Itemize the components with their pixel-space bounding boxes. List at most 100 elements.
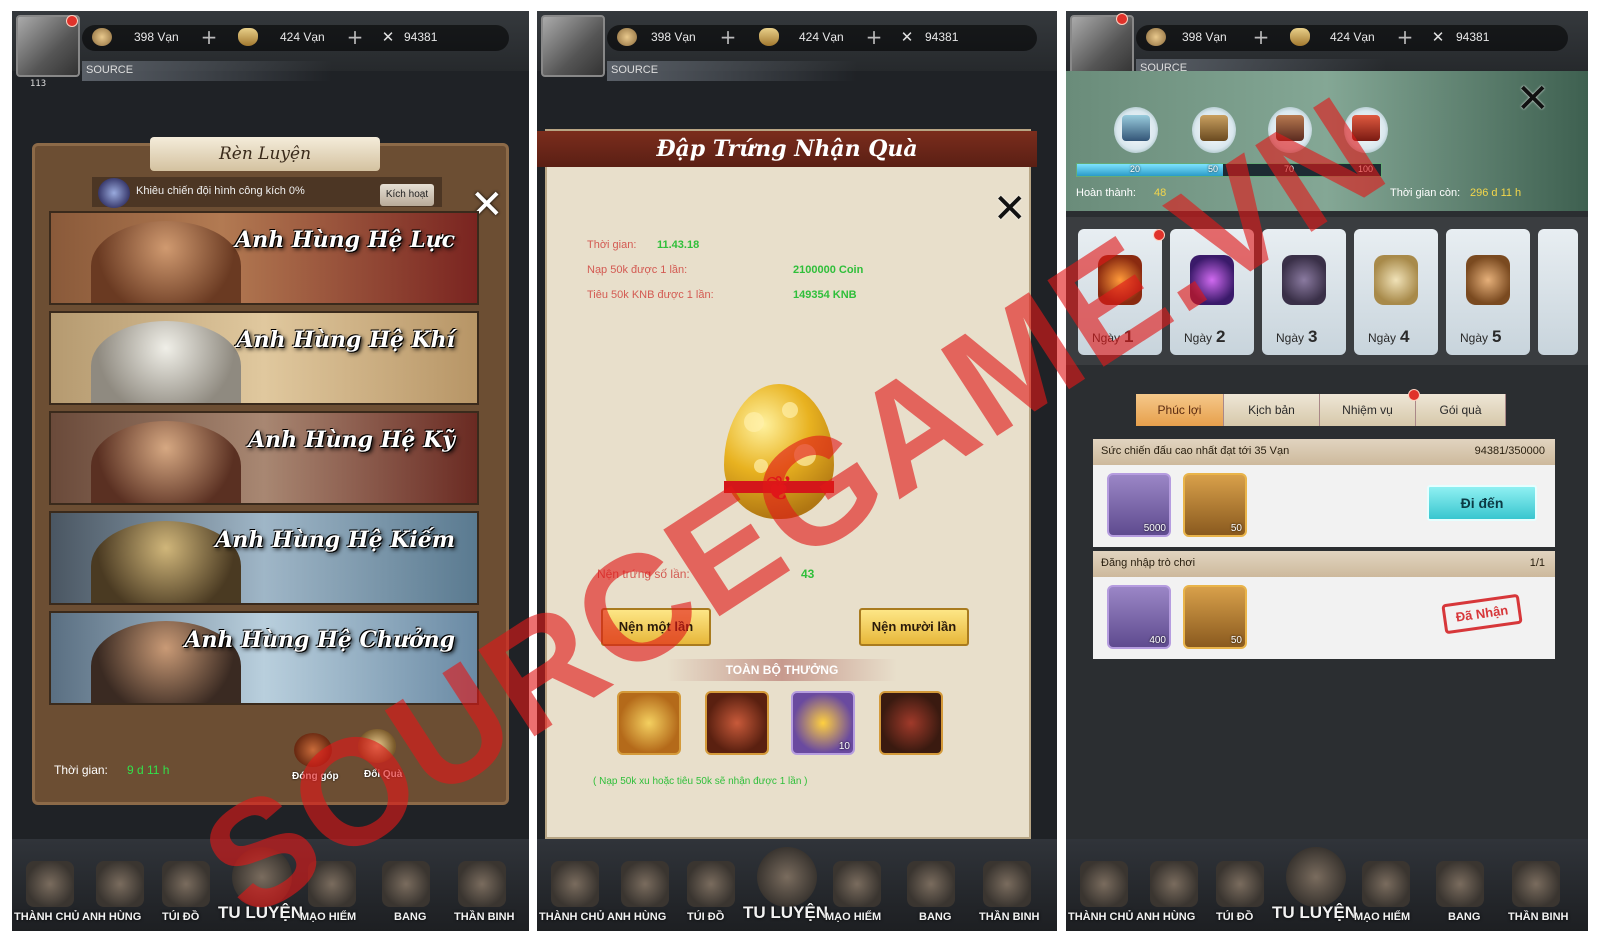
day-card-4[interactable]: Ngày 4 [1354, 229, 1438, 355]
reward-item-firework[interactable] [617, 691, 681, 755]
throw-once-button[interactable]: Nện một lần [601, 608, 711, 646]
add-ingot-button[interactable]: + [344, 26, 366, 48]
throw-ten-button[interactable]: Nện mười lần [859, 608, 969, 646]
nav-thanh-chu[interactable]: THÀNH CHỦ [539, 911, 604, 923]
hero-banner-ky[interactable]: Anh Hùng Hệ Kỹ [49, 411, 479, 505]
hero-icon[interactable] [1150, 861, 1198, 907]
quest-title: Sức chiến đấu cao nhất đạt tới 35 Vạn [1101, 445, 1290, 457]
reward-item-jar[interactable] [879, 691, 943, 755]
close-icon[interactable]: ✕ [1516, 79, 1550, 119]
hero-name: Anh Hùng Hệ Chưởng [184, 627, 455, 653]
sword-icon[interactable] [1286, 847, 1346, 907]
coin-icon [617, 28, 637, 46]
tab-nhiem-vu[interactable]: Nhiệm vụ [1320, 394, 1416, 426]
sword-icon[interactable] [232, 847, 292, 907]
nav-thanh-chu[interactable]: THÀNH CHỦ [14, 911, 79, 923]
day-card-1[interactable]: Ngày 1 [1078, 229, 1162, 355]
nav-mao-hiem[interactable]: MẠO HIỂM [825, 911, 881, 923]
nav-anh-hung[interactable]: ANH HÙNG [1136, 911, 1195, 923]
day-card-5[interactable]: Ngày 5 [1446, 229, 1530, 355]
add-coin-button[interactable]: + [1250, 26, 1272, 48]
weapon-icon[interactable] [983, 861, 1031, 907]
nav-anh-hung[interactable]: ANH HÙNG [82, 911, 141, 923]
bag-icon[interactable] [1216, 861, 1264, 907]
tab-phuc-loi[interactable]: Phúc lợi [1136, 394, 1224, 426]
weapon-icon[interactable] [458, 861, 506, 907]
map-icon[interactable] [833, 861, 881, 907]
sword-icon[interactable] [757, 847, 817, 907]
reward-hero-icon[interactable]: 50 [1183, 585, 1247, 649]
day-card-3[interactable]: Ngày 3 [1262, 229, 1346, 355]
add-ingot-button[interactable]: + [863, 26, 885, 48]
hero-banner-kiem[interactable]: Anh Hùng Hệ Kiếm [49, 511, 479, 605]
skin-icon [1190, 255, 1234, 305]
avatar[interactable] [541, 15, 605, 77]
bag-icon[interactable] [162, 861, 210, 907]
flag-icon[interactable] [907, 861, 955, 907]
day-number: 3 [1308, 327, 1318, 346]
day-number: 2 [1216, 327, 1226, 346]
milestone-chest-50[interactable] [1192, 107, 1236, 153]
reward-quantity: 50 [1230, 635, 1242, 646]
nav-tu-luyen[interactable]: TU LUYỆN [218, 903, 303, 923]
nav-tu-luyen[interactable]: TU LUYỆN [1272, 903, 1357, 923]
tab-goi-qua[interactable]: Gói quà [1416, 394, 1506, 426]
add-ingot-button[interactable]: + [1394, 26, 1416, 48]
add-coin-button[interactable]: + [198, 26, 220, 48]
nav-than-binh[interactable]: THẦN BINH [979, 911, 1040, 923]
castle-icon[interactable] [551, 861, 599, 907]
flag-icon[interactable] [1436, 861, 1484, 907]
weapon-icon[interactable] [1512, 861, 1560, 907]
nav-tui-do[interactable]: TÚI ĐỒ [162, 911, 199, 923]
milestone-label: 20 [1130, 164, 1141, 174]
power-amount: 94381 [404, 30, 438, 44]
activate-button[interactable]: Kích hoạt [380, 184, 434, 206]
nav-tui-do[interactable]: TÚI ĐỒ [1216, 911, 1253, 923]
reward-hero-icon[interactable]: 50 [1183, 473, 1247, 537]
nav-bang[interactable]: BANG [1448, 911, 1480, 923]
map-icon[interactable] [1362, 861, 1410, 907]
castle-icon[interactable] [1080, 861, 1128, 907]
hero-banner-chuong[interactable]: Anh Hùng Hệ Chưởng [49, 611, 479, 705]
map-icon[interactable] [308, 861, 356, 907]
contribute-icon[interactable] [294, 733, 332, 767]
nav-than-binh[interactable]: THẦN BINH [454, 911, 515, 923]
hero-banner-khi[interactable]: Anh Hùng Hệ Khí [49, 311, 479, 405]
castle-icon[interactable] [26, 861, 74, 907]
day-card-2[interactable]: Ngày 2 [1170, 229, 1254, 355]
panel-seven-day: 113 398 Vạn + 424 Vạn + ✕ 94381 SOURCE ✕… [1066, 11, 1588, 931]
milestone-chest-70[interactable] [1268, 107, 1312, 153]
nav-tu-luyen[interactable]: TU LUYỆN [743, 903, 828, 923]
nav-bang[interactable]: BANG [919, 911, 951, 923]
exchange-label[interactable]: Đổi Quà [364, 769, 402, 780]
exchange-icon[interactable] [358, 729, 396, 763]
nav-than-binh[interactable]: THẦN BINH [1508, 911, 1569, 923]
event-note: ( Nạp 50k xu hoặc tiêu 50k sẽ nhận được … [593, 776, 808, 787]
hero-banner-luc[interactable]: Anh Hùng Hệ Lực [49, 211, 479, 305]
bag-icon[interactable] [687, 861, 735, 907]
hero-icon[interactable] [621, 861, 669, 907]
nav-bang[interactable]: BANG [394, 911, 426, 923]
hero-icon[interactable] [96, 861, 144, 907]
reward-item-gem[interactable]: 10 [791, 691, 855, 755]
goto-button[interactable]: Đi đến [1427, 485, 1537, 521]
day-card-partial[interactable] [1538, 229, 1578, 355]
nav-mao-hiem[interactable]: MẠO HIỂM [1354, 911, 1410, 923]
nav-mao-hiem[interactable]: MẠO HIỂM [300, 911, 356, 923]
day-word: Ngày [1460, 331, 1489, 345]
tab-kich-ban[interactable]: Kịch bản [1224, 394, 1320, 426]
flag-icon[interactable] [382, 861, 430, 907]
source-bar: SOURCE [82, 61, 332, 81]
nav-anh-hung[interactable]: ANH HÙNG [607, 911, 666, 923]
contribute-label[interactable]: Đóng góp [292, 771, 339, 782]
reward-item-chest[interactable] [705, 691, 769, 755]
nav-thanh-chu[interactable]: THÀNH CHỦ [1068, 911, 1133, 923]
milestone-chest-100[interactable] [1344, 107, 1388, 153]
close-icon[interactable]: ✕ [993, 189, 1027, 229]
add-coin-button[interactable]: + [717, 26, 739, 48]
milestone-chest-20[interactable] [1114, 107, 1158, 153]
nav-tui-do[interactable]: TÚI ĐỒ [687, 911, 724, 923]
quest-progress: 1/1 [1529, 557, 1545, 569]
reward-ingot-icon[interactable]: 5000 [1107, 473, 1171, 537]
reward-ingot-icon[interactable]: 400 [1107, 585, 1171, 649]
